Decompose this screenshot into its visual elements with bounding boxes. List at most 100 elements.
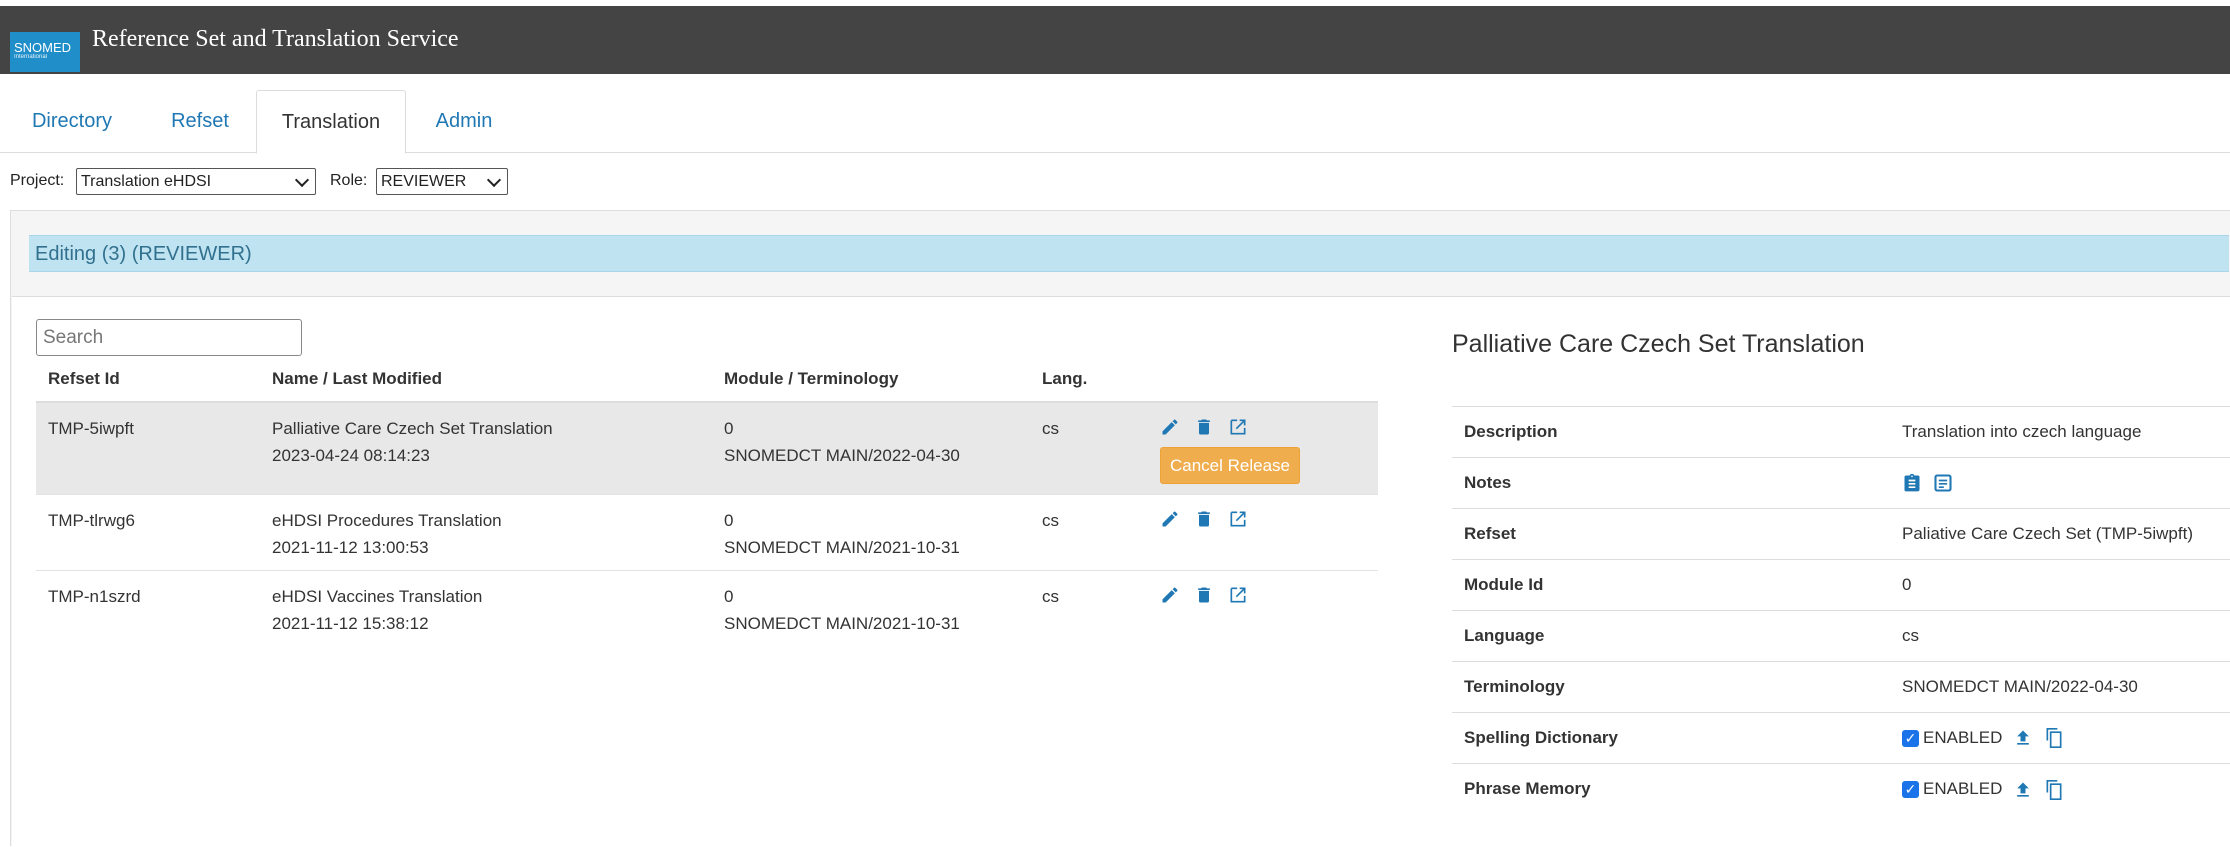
row-terminology: SNOMEDCT MAIN/2021-10-31: [724, 537, 960, 557]
cell-module: 0 SNOMEDCT MAIN/2022-04-30: [712, 401, 1030, 494]
notes-icon[interactable]: [1933, 473, 1953, 493]
role-label: Role:: [330, 172, 368, 189]
detail-value: Paliative Care Czech Set (TMP-5iwpft): [1890, 508, 2230, 560]
tab-admin[interactable]: Admin: [424, 90, 504, 153]
row-terminology: SNOMEDCT MAIN/2022-04-30: [724, 446, 960, 465]
table-row[interactable]: TMP-n1szrd eHDSI Vaccines Translation 20…: [36, 569, 1378, 646]
detail-key: Language: [1452, 610, 1890, 662]
copy-icon[interactable]: [2044, 728, 2064, 749]
detail-key: Description: [1452, 406, 1890, 458]
project-select[interactable]: Translation eHDSI: [76, 168, 316, 195]
phrase-enabled-checkbox[interactable]: ✓: [1902, 781, 1919, 798]
detail-row-spelling: Spelling Dictionary ✓ ENABLED: [1452, 712, 2230, 764]
panel-heading: Editing (3) (REVIEWER): [29, 235, 2229, 272]
detail-row-terminology: Terminology SNOMEDCT MAIN/2022-04-30: [1452, 661, 2230, 713]
cell-lang: cs: [1030, 401, 1148, 494]
cell-lang: cs: [1030, 493, 1148, 570]
detail-value: Translation into czech language: [1890, 406, 2230, 458]
row-actions: [1160, 507, 1378, 529]
row-terminology: SNOMEDCT MAIN/2021-10-31: [724, 613, 960, 633]
row-actions: [1160, 415, 1378, 437]
detail-key: Phrase Memory: [1452, 763, 1890, 815]
main-tabs: Directory Refset Translation Admin: [0, 90, 2230, 154]
tab-refset[interactable]: Refset: [158, 90, 242, 153]
detail-row-module: Module Id 0: [1452, 559, 2230, 611]
detail-value: ✓ ENABLED: [1890, 712, 2230, 764]
cell-actions: Cancel Release: [1148, 401, 1378, 494]
edit-icon[interactable]: [1160, 417, 1180, 437]
cell-module: 0 SNOMEDCT MAIN/2021-10-31: [712, 569, 1030, 646]
delete-icon[interactable]: [1194, 509, 1214, 529]
role-select-value: REVIEWER: [381, 172, 467, 190]
cell-lang: cs: [1030, 569, 1148, 646]
row-modified: 2021-11-12 13:00:53: [272, 537, 429, 557]
cell-refset-id: TMP-n1szrd: [36, 569, 260, 646]
table-row[interactable]: TMP-5iwpft Palliative Care Czech Set Tra…: [36, 401, 1378, 494]
detail-key: Terminology: [1452, 661, 1890, 713]
row-module: 0: [724, 419, 734, 438]
copy-icon[interactable]: [2044, 779, 2064, 800]
table-row[interactable]: TMP-tlrwg6 eHDSI Procedures Translation …: [36, 493, 1378, 570]
detail-key: Notes: [1452, 457, 1890, 509]
col-header-refset-id[interactable]: Refset Id: [36, 357, 260, 403]
cancel-release-button[interactable]: Cancel Release: [1160, 447, 1301, 484]
open-external-icon[interactable]: [1228, 585, 1248, 605]
spelling-status: ENABLED: [1923, 727, 2003, 747]
spelling-enabled-checkbox[interactable]: ✓: [1902, 729, 1919, 747]
tab-translation[interactable]: Translation: [256, 90, 406, 154]
open-external-icon[interactable]: [1228, 417, 1248, 437]
snomed-logo[interactable]: SNOMED International: [10, 32, 80, 72]
detail-key: Refset: [1452, 508, 1890, 560]
app-title: Reference Set and Translation Service: [92, 26, 459, 52]
edit-icon[interactable]: [1160, 509, 1180, 529]
cell-name: eHDSI Procedures Translation 2021-11-12 …: [260, 493, 712, 570]
clipboard-icon[interactable]: [1902, 473, 1922, 493]
detail-table: Description Translation into czech langu…: [1452, 406, 2230, 815]
detail-row-refset: Refset Paliative Care Czech Set (TMP-5iw…: [1452, 508, 2230, 560]
cell-refset-id: TMP-5iwpft: [36, 401, 260, 494]
upload-icon[interactable]: [2013, 780, 2033, 800]
delete-icon[interactable]: [1194, 417, 1214, 437]
edit-icon[interactable]: [1160, 585, 1180, 605]
phrase-status: ENABLED: [1923, 778, 2003, 798]
cell-refset-id: TMP-tlrwg6: [36, 493, 260, 570]
row-module: 0: [724, 510, 734, 530]
row-modified: 2021-11-12 15:38:12: [272, 613, 429, 633]
row-module: 0: [724, 586, 734, 606]
col-header-name[interactable]: Name / Last Modified: [260, 357, 712, 403]
row-modified: 2023-04-24 08:14:23: [272, 446, 430, 465]
cell-name: eHDSI Vaccines Translation 2021-11-12 15…: [260, 569, 712, 646]
translation-table: Refset Id Name / Last Modified Module / …: [36, 357, 1378, 646]
col-header-actions: [1148, 357, 1378, 403]
row-name: eHDSI Procedures Translation: [272, 510, 502, 530]
cell-name: Palliative Care Czech Set Translation 20…: [260, 401, 712, 494]
detail-key: Module Id: [1452, 559, 1890, 611]
open-external-icon[interactable]: [1228, 509, 1248, 529]
detail-value: cs: [1890, 610, 2230, 662]
cell-actions: [1148, 569, 1378, 646]
detail-row-phrase: Phrase Memory ✓ ENABLED: [1452, 763, 2230, 815]
chevron-down-icon: [486, 172, 502, 187]
row-actions: [1160, 583, 1378, 605]
cell-module: 0 SNOMEDCT MAIN/2021-10-31: [712, 493, 1030, 570]
detail-value: 0: [1890, 559, 2230, 611]
delete-icon[interactable]: [1194, 585, 1214, 605]
upload-icon[interactable]: [2013, 728, 2033, 748]
detail-value: SNOMEDCT MAIN/2022-04-30: [1890, 661, 2230, 713]
search-input[interactable]: Search: [36, 319, 302, 356]
app-header: SNOMED International Reference Set and T…: [0, 6, 2230, 74]
detail-row-language: Language cs: [1452, 610, 2230, 662]
col-header-lang[interactable]: Lang.: [1030, 357, 1148, 403]
detail-row-description: Description Translation into czech langu…: [1452, 406, 2230, 458]
detail-value: [1890, 457, 2230, 509]
cell-actions: [1148, 493, 1378, 570]
project-label: Project:: [10, 172, 65, 189]
row-name: eHDSI Vaccines Translation: [272, 586, 483, 606]
detail-row-notes: Notes: [1452, 457, 2230, 509]
role-select[interactable]: REVIEWER: [376, 168, 508, 195]
row-name: Palliative Care Czech Set Translation: [272, 419, 553, 438]
tab-directory[interactable]: Directory: [20, 90, 124, 153]
col-header-module[interactable]: Module / Terminology: [712, 357, 1030, 403]
logo-subtext: International: [14, 54, 48, 60]
detail-title: Palliative Care Czech Set Translation: [1452, 330, 1865, 358]
